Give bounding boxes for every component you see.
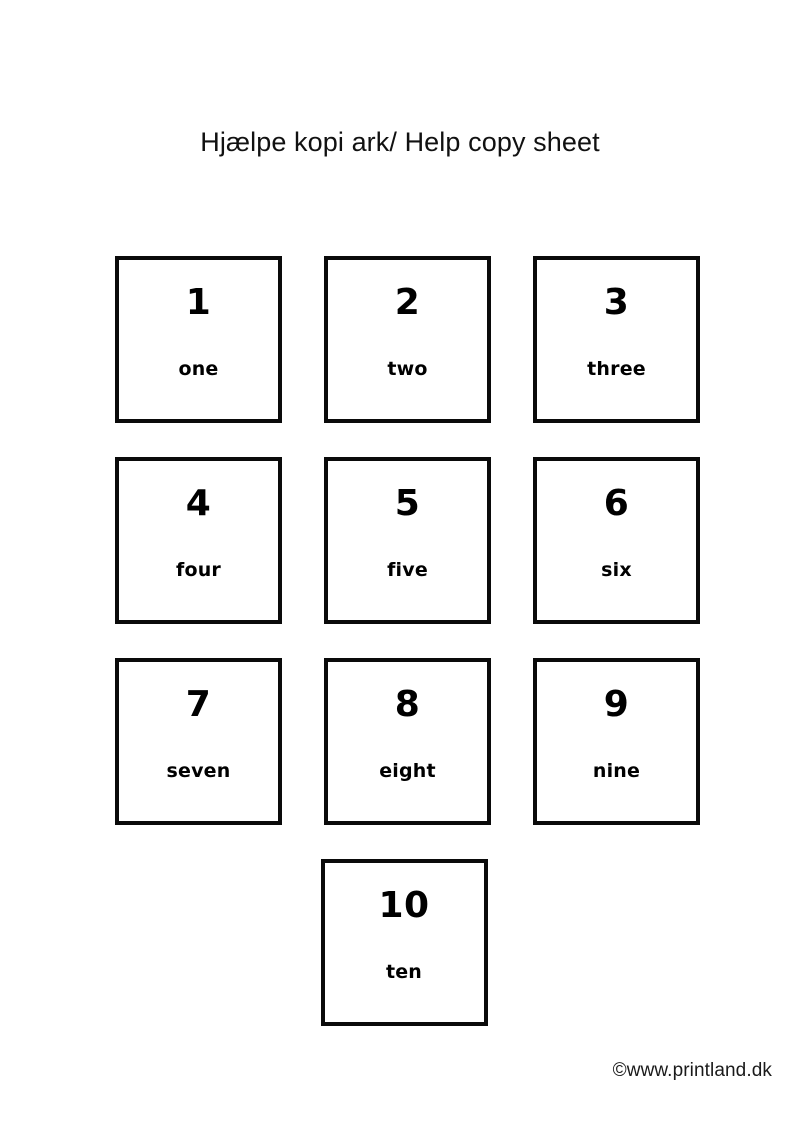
page-title: Hjælpe kopi ark/ Help copy sheet xyxy=(200,127,600,157)
card-row-3: 7 seven 8 eight 9 nine xyxy=(115,658,700,825)
card-row-1: 1 one 2 two 3 three xyxy=(115,256,700,423)
number-card[interactable]: 10 ten xyxy=(320,859,488,1026)
card-number: 3 xyxy=(603,282,630,323)
card-row-4: 10 ten xyxy=(115,859,690,1026)
card-number: 10 xyxy=(378,885,430,926)
card-word: four xyxy=(175,559,222,581)
number-card[interactable]: 3 three xyxy=(533,256,700,423)
number-card-grid: 1 one 2 two 3 three 4 four 5 five 6 six … xyxy=(115,256,700,1026)
card-number: 9 xyxy=(603,684,630,725)
card-number: 7 xyxy=(185,684,212,725)
number-card[interactable]: 7 seven xyxy=(115,658,282,825)
card-word: seven xyxy=(166,760,231,782)
card-row-2: 4 four 5 five 6 six xyxy=(115,457,700,624)
card-word: eight xyxy=(379,760,436,782)
card-word: six xyxy=(601,559,632,581)
number-card[interactable]: 1 one xyxy=(115,256,282,423)
card-word: five xyxy=(387,559,428,581)
footer-credit: ©www.printland.dk xyxy=(612,1060,772,1081)
card-word: two xyxy=(387,358,428,380)
card-word: one xyxy=(178,358,219,380)
number-card[interactable]: 6 six xyxy=(533,457,700,624)
card-word: nine xyxy=(592,760,641,782)
number-card[interactable]: 4 four xyxy=(115,457,282,624)
card-number: 1 xyxy=(185,282,212,323)
card-word: three xyxy=(587,358,646,380)
card-number: 6 xyxy=(603,483,630,524)
card-number: 8 xyxy=(394,684,421,725)
number-card[interactable]: 5 five xyxy=(324,457,491,624)
card-number: 4 xyxy=(185,483,212,524)
card-number: 5 xyxy=(394,483,421,524)
worksheet-page: Hjælpe kopi ark/ Help copy sheet 1 one 2… xyxy=(0,0,800,1132)
number-card[interactable]: 9 nine xyxy=(533,658,700,825)
number-card[interactable]: 8 eight xyxy=(324,658,491,825)
number-card[interactable]: 2 two xyxy=(324,256,491,423)
card-word: ten xyxy=(385,961,423,983)
card-number: 2 xyxy=(394,282,421,323)
